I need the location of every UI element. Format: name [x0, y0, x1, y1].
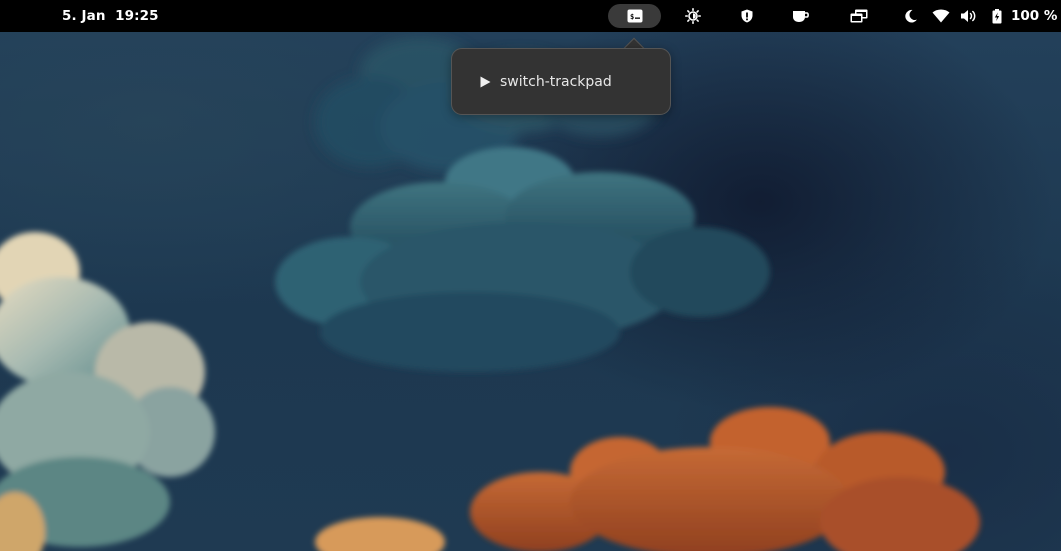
menu-item-switch-trackpad[interactable]: switch-trackpad [459, 59, 663, 105]
battery-icon [992, 8, 1002, 23]
terminal-icon: $ [627, 9, 642, 23]
shield-indicator[interactable] [736, 0, 758, 32]
wifi-indicator[interactable] [930, 0, 952, 32]
window-switcher-indicator[interactable] [847, 0, 871, 32]
brightness-icon [685, 8, 701, 24]
top-bar: 5. Jan 19:25 $ 100 % [0, 0, 1061, 32]
popup-arrow-joint [624, 49, 646, 55]
terminal-indicator-button[interactable]: $ [608, 4, 661, 28]
windows-icon [850, 9, 868, 23]
brightness-indicator[interactable] [680, 0, 706, 32]
battery-percentage[interactable]: 100 % [1011, 0, 1057, 32]
volume-icon [961, 10, 976, 22]
coffee-cup-icon [793, 11, 809, 22]
shield-icon [741, 9, 753, 23]
battery-indicator[interactable] [989, 0, 1005, 32]
terminal-popup-menu: switch-trackpad [451, 48, 671, 115]
night-light-moon-icon [905, 9, 917, 23]
play-icon [480, 76, 492, 88]
wifi-icon [932, 9, 950, 23]
caffeine-indicator[interactable] [789, 0, 813, 32]
menu-item-label: switch-trackpad [500, 74, 612, 90]
clock-datetime[interactable]: 5. Jan 19:25 [62, 0, 159, 32]
volume-indicator[interactable] [958, 0, 980, 32]
svg-text:$: $ [630, 13, 634, 21]
night-light-indicator[interactable] [902, 0, 920, 32]
